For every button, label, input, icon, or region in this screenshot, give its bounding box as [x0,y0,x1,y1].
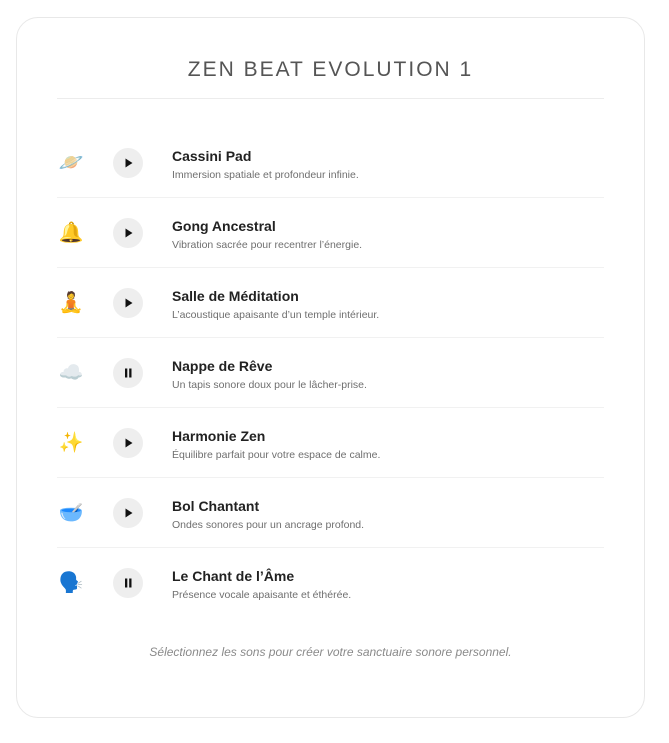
track-row: 🪐 Cassini Pad Immersion spatiale et prof… [57,128,604,198]
track-row: ☁️ Nappe de Rêve Un tapis sonore doux po… [57,338,604,408]
pause-button[interactable] [113,568,143,598]
play-button[interactable] [113,218,143,248]
track-list: 🪐 Cassini Pad Immersion spatiale et prof… [57,128,604,618]
pause-icon [125,368,132,378]
track-description: Présence vocale apaisante et éthérée. [172,589,352,601]
speaking-head-icon: 🗣️ [58,572,84,594]
track-description: L’acoustique apaisante d’un temple intér… [172,309,380,321]
play-icon [125,508,133,518]
track-name: Cassini Pad [172,148,252,164]
track-description: Immersion spatiale et profondeur infinie… [172,169,359,181]
pause-button[interactable] [113,358,143,388]
play-icon [125,158,133,168]
bell-icon: 🔔 [58,222,84,244]
track-description: Équilibre parfait pour votre espace de c… [172,449,381,461]
sound-card: ZEN BEAT EVOLUTION 1 🪐 Cassini Pad Immer… [16,17,645,718]
person-meditating-icon: 🧘 [58,292,84,314]
track-row: 🧘 Salle de Méditation L’acoustique apais… [57,268,604,338]
track-name: Gong Ancestral [172,218,276,234]
track-name: Le Chant de l’Âme [172,568,295,584]
track-name: Bol Chantant [172,498,260,514]
track-row: 🔔 Gong Ancestral Vibration sacrée pour r… [57,198,604,268]
play-icon [125,298,133,308]
play-icon [125,438,133,448]
title-divider [57,98,604,99]
pause-icon [125,578,132,588]
play-button[interactable] [113,288,143,318]
footer-note: Sélectionnez les sons pour créer votre s… [149,645,512,659]
track-row: 🗣️ Le Chant de l’Âme Présence vocale apa… [57,548,604,618]
track-name: Harmonie Zen [172,428,266,444]
track-name: Nappe de Rêve [172,358,273,374]
play-button[interactable] [113,498,143,528]
track-description: Ondes sonores pour un ancrage profond. [172,519,365,531]
play-button[interactable] [113,428,143,458]
track-row: 🥣 Bol Chantant Ondes sonores pour un anc… [57,478,604,548]
sparkles-icon: ✨ [58,432,84,454]
track-name: Salle de Méditation [172,288,299,304]
track-description: Vibration sacrée pour recentrer l’énergi… [172,239,363,251]
bowl-icon: 🥣 [58,502,84,524]
track-row: ✨ Harmonie Zen Équilibre parfait pour vo… [57,408,604,478]
play-icon [125,228,133,238]
track-description: Un tapis sonore doux pour le lâcher-pris… [172,379,367,391]
cloud-icon: ☁️ [58,362,84,384]
page-title: ZEN BEAT EVOLUTION 1 [187,58,474,81]
ringed-planet-icon: 🪐 [58,152,84,174]
play-button[interactable] [113,148,143,178]
